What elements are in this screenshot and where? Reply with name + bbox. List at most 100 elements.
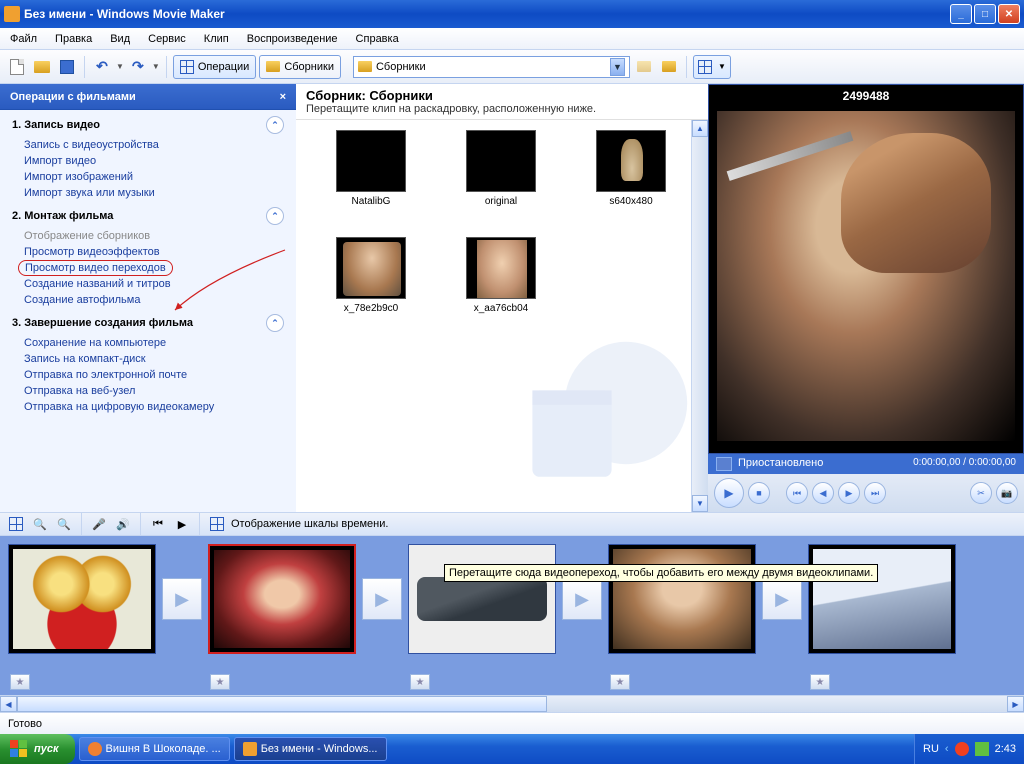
- step-fwd-button[interactable]: ▶: [838, 482, 860, 504]
- undo-dropdown-icon[interactable]: ▼: [116, 62, 124, 71]
- task-burn-cd[interactable]: Запись на компакт-диск: [0, 351, 296, 367]
- task-import-video[interactable]: Импорт видео: [0, 153, 296, 169]
- menu-service[interactable]: Сервис: [146, 31, 188, 47]
- clip-label: NatalibG: [326, 196, 416, 207]
- scroll-right-button[interactable]: ▶: [1007, 696, 1024, 712]
- task-send-camera[interactable]: Отправка на цифровую видеокамеру: [0, 399, 296, 415]
- save-button[interactable]: [56, 56, 78, 78]
- redo-dropdown-icon[interactable]: ▼: [152, 62, 160, 71]
- undo-button[interactable]: ↶: [91, 56, 113, 78]
- step-back-button[interactable]: ◀: [812, 482, 834, 504]
- scrollbar-thumb[interactable]: [17, 696, 547, 712]
- transition-slot[interactable]: ▶: [760, 544, 804, 654]
- storyboard[interactable]: ★ 0_59742_699c39bb_XL(1) ▶ ★ 17c0376a779…: [0, 536, 1024, 712]
- zoom-out-button[interactable]: 🔍: [54, 514, 74, 534]
- clip-item[interactable]: original: [456, 130, 546, 207]
- task-save-computer[interactable]: Сохранение на компьютере: [0, 335, 296, 351]
- prev-clip-button[interactable]: ⏮: [786, 482, 808, 504]
- collapse-icon[interactable]: ⌃: [266, 314, 284, 332]
- zoom-in-button[interactable]: 🔍: [30, 514, 50, 534]
- menu-edit[interactable]: Правка: [53, 31, 94, 47]
- clock[interactable]: 2:43: [995, 743, 1016, 755]
- up-level-button[interactable]: [633, 56, 655, 78]
- stop-button[interactable]: ■: [748, 482, 770, 504]
- menu-help[interactable]: Справка: [354, 31, 401, 47]
- narrate-button[interactable]: 🎤: [89, 514, 109, 534]
- storyboard-scrollbar[interactable]: ◀ ▶: [0, 695, 1024, 712]
- scroll-up-button[interactable]: ▲: [692, 120, 708, 137]
- next-clip-button[interactable]: ⏭: [864, 482, 886, 504]
- task-send-email[interactable]: Отправка по электронной почте: [0, 367, 296, 383]
- collapse-icon[interactable]: ⌃: [266, 116, 284, 134]
- snapshot-button[interactable]: 📷: [996, 482, 1018, 504]
- taskbar-item-moviemaker[interactable]: Без имени - Windows...: [234, 737, 387, 761]
- minimize-button[interactable]: _: [950, 4, 972, 24]
- task-pane-close[interactable]: ×: [280, 91, 286, 103]
- collapse-icon[interactable]: ⌃: [266, 207, 284, 225]
- task-send-web[interactable]: Отправка на веб-узел: [0, 383, 296, 399]
- transition-slot[interactable]: ▶: [560, 544, 604, 654]
- play-button[interactable]: ▶: [714, 478, 744, 508]
- collection-scrollbar[interactable]: ▲ ▼: [691, 120, 708, 512]
- menu-clip[interactable]: Клип: [202, 31, 231, 47]
- maximize-button[interactable]: □: [974, 4, 996, 24]
- show-timeline-button[interactable]: [6, 514, 26, 534]
- transition-slot[interactable]: ▶: [160, 544, 204, 654]
- operations-toggle[interactable]: Операции: [173, 55, 256, 79]
- tray-icon[interactable]: [955, 742, 969, 756]
- clip-item[interactable]: NatalibG: [326, 130, 416, 207]
- storyboard-clip[interactable]: ★ 17c0376a77946bd71c8e3f3fa...: [208, 544, 356, 674]
- seek-slider-icon[interactable]: [716, 457, 732, 471]
- close-button[interactable]: ✕: [998, 4, 1020, 24]
- task-import-audio[interactable]: Импорт звука или музыки: [0, 185, 296, 201]
- new-project-button[interactable]: [6, 56, 28, 78]
- task-show-collections[interactable]: Отображение сборников: [0, 228, 296, 244]
- play-timeline-button[interactable]: ▶: [172, 514, 192, 534]
- language-indicator[interactable]: RU: [923, 743, 939, 755]
- clip-item[interactable]: s640x480: [586, 130, 676, 207]
- storyboard-clip[interactable]: ★ 0_59742_699c39bb_XL(1): [8, 544, 156, 674]
- task-import-images[interactable]: Импорт изображений: [0, 169, 296, 185]
- tray-expand-icon[interactable]: ‹: [945, 743, 949, 755]
- collection-body[interactable]: NatalibG original s640x480 x_78e2b9c0 x_…: [296, 120, 708, 512]
- collections-toggle[interactable]: Сборники: [259, 55, 341, 79]
- effects-indicator-icon[interactable]: ★: [610, 674, 630, 690]
- toolbar: ↶ ▼ ↷ ▼ Операции Сборники Сборники ▼ ▼: [0, 50, 1024, 84]
- separator: [199, 513, 200, 535]
- scroll-down-button[interactable]: ▼: [692, 495, 708, 512]
- toggle-view-button[interactable]: [207, 514, 227, 534]
- scroll-left-button[interactable]: ◀: [0, 696, 17, 712]
- redo-button[interactable]: ↷: [127, 56, 149, 78]
- open-button[interactable]: [31, 56, 53, 78]
- split-button[interactable]: ✂: [970, 482, 992, 504]
- task-section-2: 2. Монтаж фильма ⌃: [0, 201, 296, 228]
- rewind-button[interactable]: ⏮: [148, 514, 168, 534]
- task-view-effects[interactable]: Просмотр видеоэффектов: [0, 244, 296, 260]
- location-combobox[interactable]: Сборники ▼: [353, 56, 630, 78]
- effects-indicator-icon[interactable]: ★: [810, 674, 830, 690]
- effects-indicator-icon[interactable]: ★: [210, 674, 230, 690]
- new-folder-button[interactable]: [658, 56, 680, 78]
- view-mode-button[interactable]: ▼: [693, 55, 731, 79]
- effects-indicator-icon[interactable]: ★: [410, 674, 430, 690]
- audio-levels-button[interactable]: 🔊: [113, 514, 133, 534]
- clip-item[interactable]: x_aa76cb04: [456, 237, 546, 314]
- task-capture-device[interactable]: Запись с видеоустройства: [0, 137, 296, 153]
- clip-label: s640x480: [586, 196, 676, 207]
- clip-item[interactable]: x_78e2b9c0: [326, 237, 416, 314]
- dropdown-arrow-icon[interactable]: ▼: [610, 58, 625, 76]
- task-automovie[interactable]: Создание автофильма: [0, 292, 296, 308]
- taskbar-item-browser[interactable]: Вишня В Шоколаде. ...: [79, 737, 230, 761]
- menu-file[interactable]: Файл: [8, 31, 39, 47]
- menu-play[interactable]: Воспроизведение: [245, 31, 340, 47]
- timeline-label: Отображение шкалы времени.: [231, 518, 388, 530]
- effects-indicator-icon[interactable]: ★: [10, 674, 30, 690]
- tray-icon[interactable]: [975, 742, 989, 756]
- task-view-transitions[interactable]: Просмотр видео переходов: [18, 260, 173, 276]
- preview-status: Приостановлено: [738, 457, 823, 471]
- menu-view[interactable]: Вид: [108, 31, 132, 47]
- task-titles[interactable]: Создание названий и титров: [0, 276, 296, 292]
- clip-thumb: [608, 544, 756, 654]
- start-button[interactable]: пуск: [0, 734, 75, 764]
- transition-slot[interactable]: ▶: [360, 544, 404, 654]
